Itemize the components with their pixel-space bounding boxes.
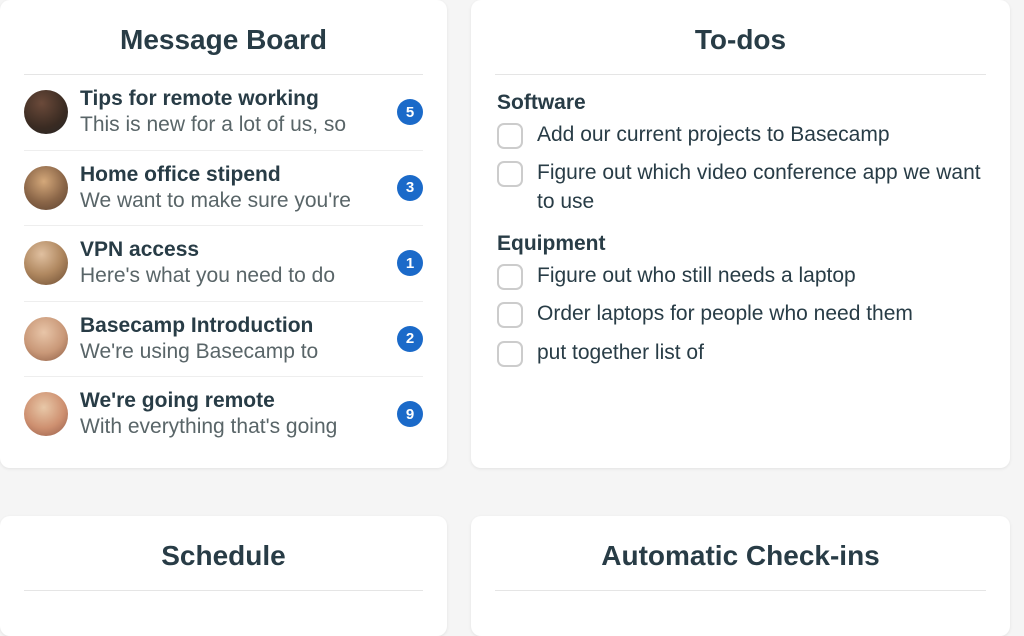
checkbox[interactable] (497, 123, 523, 149)
checkbox[interactable] (497, 302, 523, 328)
todo-item: Figure out which video conference app we… (497, 159, 986, 216)
message-item[interactable]: We're going remote With everything that'… (24, 377, 423, 452)
message-list: Tips for remote working This is new for … (24, 75, 423, 452)
todos-card[interactable]: To-dos Software Add our current projects… (471, 0, 1010, 468)
message-content: We're going remote With everything that'… (80, 388, 385, 441)
checkins-title: Automatic Check-ins (495, 540, 986, 572)
divider (24, 590, 423, 591)
todo-text[interactable]: Figure out who still needs a laptop (537, 262, 856, 290)
comment-count-badge: 2 (397, 326, 423, 352)
message-preview: This is new for a lot of us, so (80, 112, 385, 138)
message-content: Tips for remote working This is new for … (80, 86, 385, 139)
checkbox[interactable] (497, 341, 523, 367)
message-title: Basecamp Introduction (80, 313, 385, 339)
message-preview: Here's what you need to do (80, 263, 385, 289)
todo-item: Figure out who still needs a laptop (497, 262, 986, 290)
todo-item: Order laptops for people who need them (497, 300, 986, 328)
todo-group-title[interactable]: Software (497, 91, 986, 115)
schedule-title: Schedule (24, 540, 423, 572)
message-item[interactable]: Basecamp Introduction We're using Baseca… (24, 302, 423, 378)
comment-count-badge: 9 (397, 401, 423, 427)
comment-count-badge: 1 (397, 250, 423, 276)
message-title: Tips for remote working (80, 86, 385, 112)
avatar-icon (24, 166, 68, 210)
todos-title: To-dos (495, 24, 986, 56)
message-content: Home office stipend We want to make sure… (80, 162, 385, 215)
divider (495, 590, 986, 591)
message-content: VPN access Here's what you need to do (80, 237, 385, 290)
divider (495, 74, 986, 75)
todos-list: Software Add our current projects to Bas… (495, 91, 986, 367)
message-title: VPN access (80, 237, 385, 263)
checkbox[interactable] (497, 264, 523, 290)
comment-count-badge: 5 (397, 99, 423, 125)
message-board-title: Message Board (24, 24, 423, 56)
todo-text[interactable]: Add our current projects to Basecamp (537, 121, 890, 149)
message-board-card[interactable]: Message Board Tips for remote working Th… (0, 0, 447, 468)
message-item[interactable]: Tips for remote working This is new for … (24, 75, 423, 151)
message-content: Basecamp Introduction We're using Baseca… (80, 313, 385, 366)
todo-text[interactable]: put together list of (537, 339, 704, 367)
avatar-icon (24, 317, 68, 361)
todo-item: Add our current projects to Basecamp (497, 121, 986, 149)
message-preview: We want to make sure you're (80, 188, 385, 214)
message-title: We're going remote (80, 388, 385, 414)
avatar-icon (24, 90, 68, 134)
message-preview: We're using Basecamp to (80, 339, 385, 365)
todo-group-title[interactable]: Equipment (497, 232, 986, 256)
checkins-card[interactable]: Automatic Check-ins (471, 516, 1010, 636)
todo-text[interactable]: Order laptops for people who need them (537, 300, 913, 328)
checkbox[interactable] (497, 161, 523, 187)
message-item[interactable]: VPN access Here's what you need to do 1 (24, 226, 423, 302)
todo-text[interactable]: Figure out which video conference app we… (537, 159, 986, 216)
message-item[interactable]: Home office stipend We want to make sure… (24, 151, 423, 227)
message-title: Home office stipend (80, 162, 385, 188)
schedule-card[interactable]: Schedule (0, 516, 447, 636)
avatar-icon (24, 392, 68, 436)
message-preview: With everything that's going (80, 414, 385, 440)
todo-item: put together list of (497, 339, 986, 367)
comment-count-badge: 3 (397, 175, 423, 201)
avatar-icon (24, 241, 68, 285)
